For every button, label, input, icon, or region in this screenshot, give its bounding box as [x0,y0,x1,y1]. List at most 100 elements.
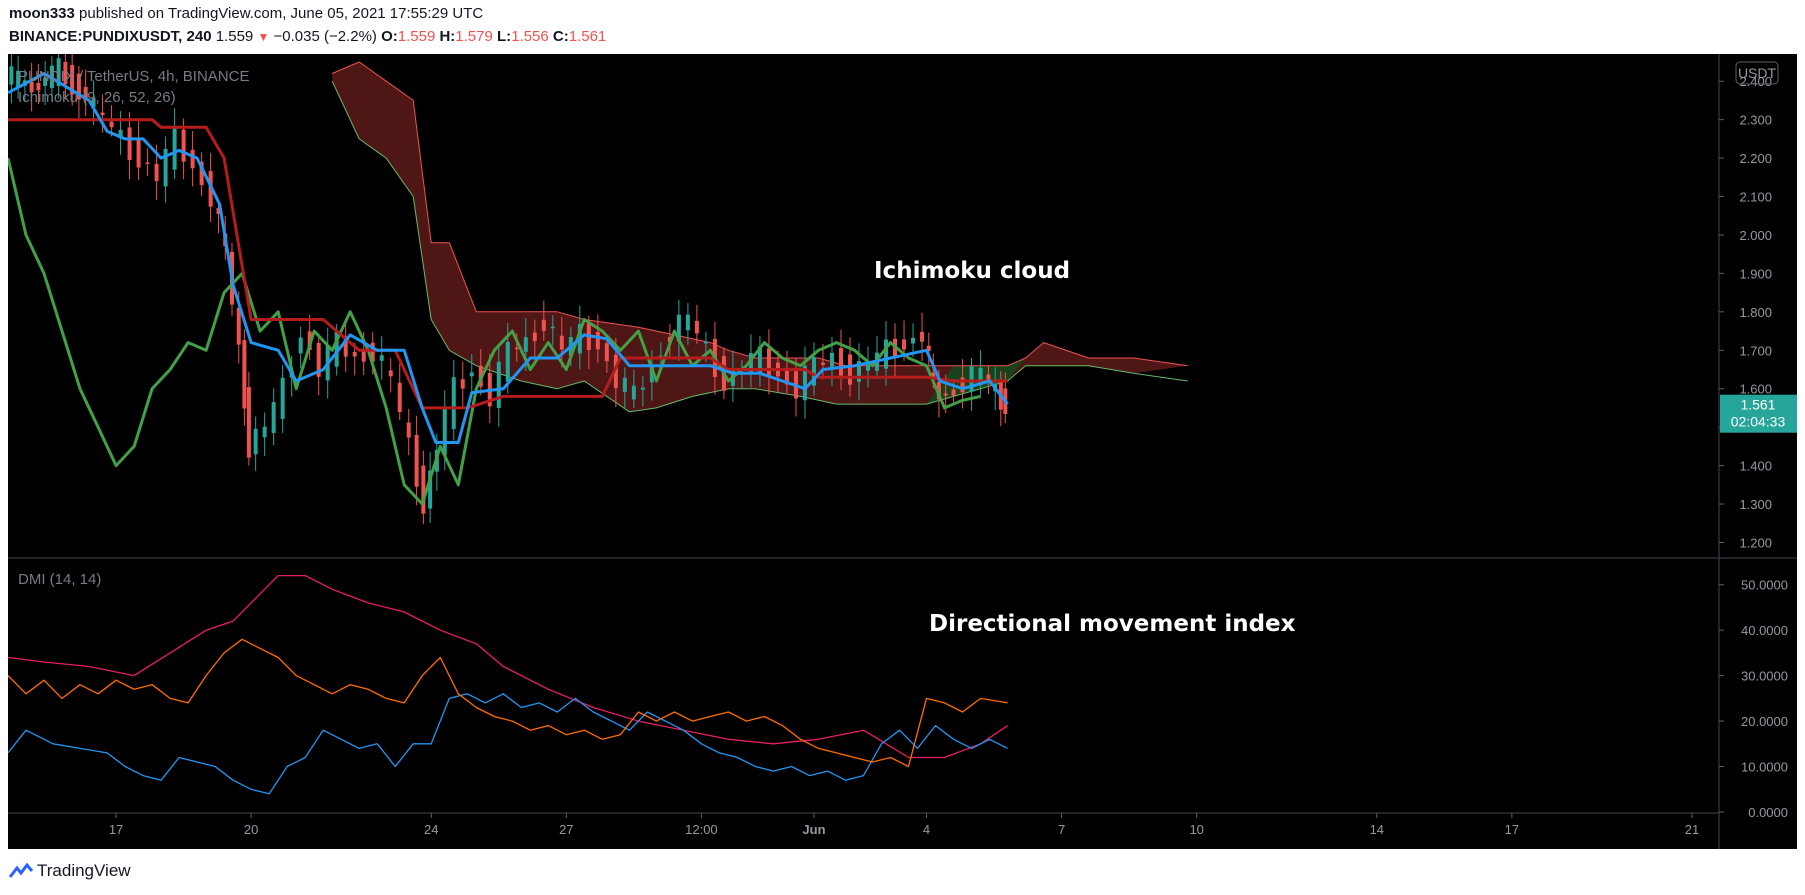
candle-body [496,361,501,408]
symbol-name: BINANCE:PUNDIXUSDT, 240 [9,28,212,45]
candle-body [253,428,258,455]
price-tick-label: 2.200 [1739,151,1772,166]
tradingview-logo-icon [9,863,33,878]
published-text: published on TradingView.com, June 05, 2… [79,5,484,22]
time-tick-label: Jun [802,822,825,837]
open-label: O: [381,28,398,45]
time-tick-label: 17 [109,822,123,837]
candle-body [902,339,907,350]
candle-body [505,341,510,382]
candle-body [100,112,105,116]
candle-body [388,370,393,377]
candle-body [943,393,948,396]
price-tick-label: 2.300 [1739,113,1772,128]
candle-body [847,354,852,385]
candle-body [298,337,303,354]
candle-body [109,121,114,128]
time-tick-label: 20 [244,822,258,837]
candle-body [397,382,402,412]
price-tick-label: 1.400 [1739,459,1772,474]
candle-body [145,162,150,164]
dmi-tick-label: 20.0000 [1741,714,1788,729]
time-tick-label: 27 [559,822,573,837]
close-value: 1.561 [568,28,607,45]
candle-body [703,341,708,344]
bar-countdown: 02:04:33 [1731,414,1786,430]
candle-body [242,340,247,409]
candle-body [172,127,177,170]
currency-label: USDT [1738,65,1777,81]
high-value: 1.579 [455,28,493,45]
chart-canvas[interactable]: 2.4002.3002.2002.1002.0001.9001.8001.700… [8,54,1797,849]
last-price-tag: 1.561 02:04:33 [1720,394,1797,433]
ichimoku-cloud-annotation: Ichimoku cloud [874,258,1070,284]
candle-body [766,348,771,376]
candle-body [532,332,537,342]
dmi-tick-label: 30.0000 [1741,669,1788,684]
footer-brand[interactable]: TradingView [9,861,131,881]
candle-body [262,426,267,438]
time-tick-label: 14 [1370,822,1384,837]
candle-body [9,66,14,85]
time-tick-label: 24 [424,822,438,837]
time-tick-label: 17 [1505,822,1519,837]
candle-body [604,343,609,362]
open-value: 1.559 [397,28,436,45]
time-tick-label: 4 [923,822,930,837]
candle-body [181,129,186,162]
candle-body [352,351,357,357]
chart-background [8,54,1797,849]
time-tick-label: 12:00 [685,822,718,837]
candle-body [379,355,384,361]
candle-body [550,326,555,329]
candle-body [951,389,956,396]
candle-body [694,320,699,334]
candle-body [246,387,251,458]
ichimoku-legend: Ichimoku (9, 26, 52, 26) [18,89,176,106]
candle-body [406,422,411,438]
candle-body [469,372,474,377]
price-tick-label: 2.100 [1739,190,1772,205]
down-arrow-icon: ▼ [257,30,270,44]
candle-body [685,314,690,331]
candle-body [136,139,141,168]
dmi-tick-label: 10.0000 [1741,760,1788,775]
price-tick-label: 1.600 [1739,382,1772,397]
candle-body [920,331,925,342]
candle-body [820,362,825,365]
candle-body [361,350,366,362]
candle-body [631,385,636,400]
candle-body [523,337,528,352]
author-name[interactable]: moon333 [9,5,75,22]
last-price: 1.559 [215,28,254,45]
candle-body [541,319,546,331]
candle-body [442,408,447,456]
candle-body [127,127,132,160]
last-price-tag-value: 1.561 [1740,397,1775,413]
candle-body [838,348,843,376]
brand-name: TradingView [37,861,131,880]
candle-body [884,339,889,369]
close-label: C: [552,28,569,45]
candle-body [280,377,285,419]
candle-body [595,331,600,350]
price-tick-label: 1.200 [1739,535,1772,550]
dmi-legend: DMI (14, 14) [18,571,101,588]
price-tick-label: 1.800 [1739,305,1772,320]
time-tick-label: 10 [1189,822,1203,837]
candle-body [414,434,419,487]
main-legend-title: PUNDIX / TetherUS, 4h, BINANCE [18,68,249,85]
candle-body [829,352,834,367]
candle-body [514,347,519,350]
candle-body [559,335,564,350]
dmi-tick-label: 50.0000 [1741,578,1788,593]
candle-body [622,377,627,392]
candle-body [640,387,645,390]
candle-body [154,163,159,182]
candle-body [911,337,916,344]
candle-body [866,364,871,371]
price-tick-label: 1.300 [1739,497,1772,512]
price-tick-label: 2.000 [1739,228,1772,243]
dmi-annotation: Directional movement index [929,611,1296,637]
candle-body [460,379,465,389]
